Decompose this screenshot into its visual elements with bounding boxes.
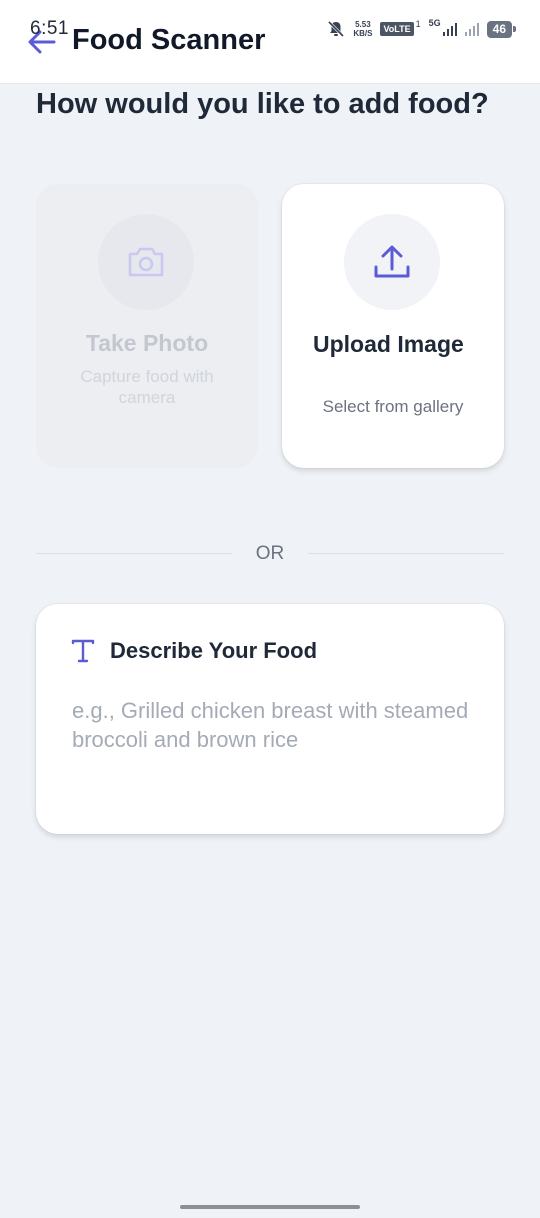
notifications-off-icon <box>328 20 345 38</box>
camera-icon-circle <box>98 214 194 310</box>
sim-label: 1 <box>415 19 421 29</box>
network-speed-unit: KB/S <box>353 29 373 38</box>
take-photo-title: Take Photo <box>85 330 209 356</box>
text-icon <box>71 639 95 663</box>
app-header: 6:51 Food Scanner 5.53 KB/S VoLTE 1 5G 4… <box>0 0 540 84</box>
take-photo-subtitle: Capture food with camera <box>80 367 214 407</box>
food-description-input[interactable] <box>72 696 482 806</box>
upload-icon-circle <box>344 214 440 310</box>
describe-food-card: Describe Your Food <box>36 604 504 834</box>
add-food-question: How would you like to add food? <box>36 88 489 120</box>
status-icons: 5.53 KB/S VoLTE 1 5G 46 <box>327 18 517 40</box>
page-title: Food Scanner <box>72 24 266 56</box>
describe-food-title: Describe Your Food <box>110 638 318 663</box>
network-speed-value: 5.53 <box>355 20 371 29</box>
signal-strength-icon <box>442 22 457 36</box>
take-photo-card[interactable]: Take Photo Capture food with camera <box>36 184 258 468</box>
divider-left <box>36 553 232 554</box>
network-speed: 5.53 KB/S <box>353 20 372 38</box>
upload-image-card[interactable]: Upload Image Select from gallery <box>282 184 504 468</box>
status-time: 6:51 <box>30 18 69 39</box>
home-indicator[interactable] <box>180 1205 360 1209</box>
battery-level: 46 <box>486 20 517 38</box>
or-divider-label: OR <box>255 543 285 564</box>
volte-badge: VoLTE <box>380 22 414 36</box>
signal-strength-2-icon <box>464 22 479 36</box>
camera-icon <box>128 247 164 277</box>
network-type: 5G <box>428 18 441 28</box>
upload-image-subtitle: Select from gallery <box>322 397 464 416</box>
upload-icon <box>374 245 410 278</box>
upload-image-title: Upload Image <box>313 331 464 357</box>
divider-right <box>308 553 504 554</box>
